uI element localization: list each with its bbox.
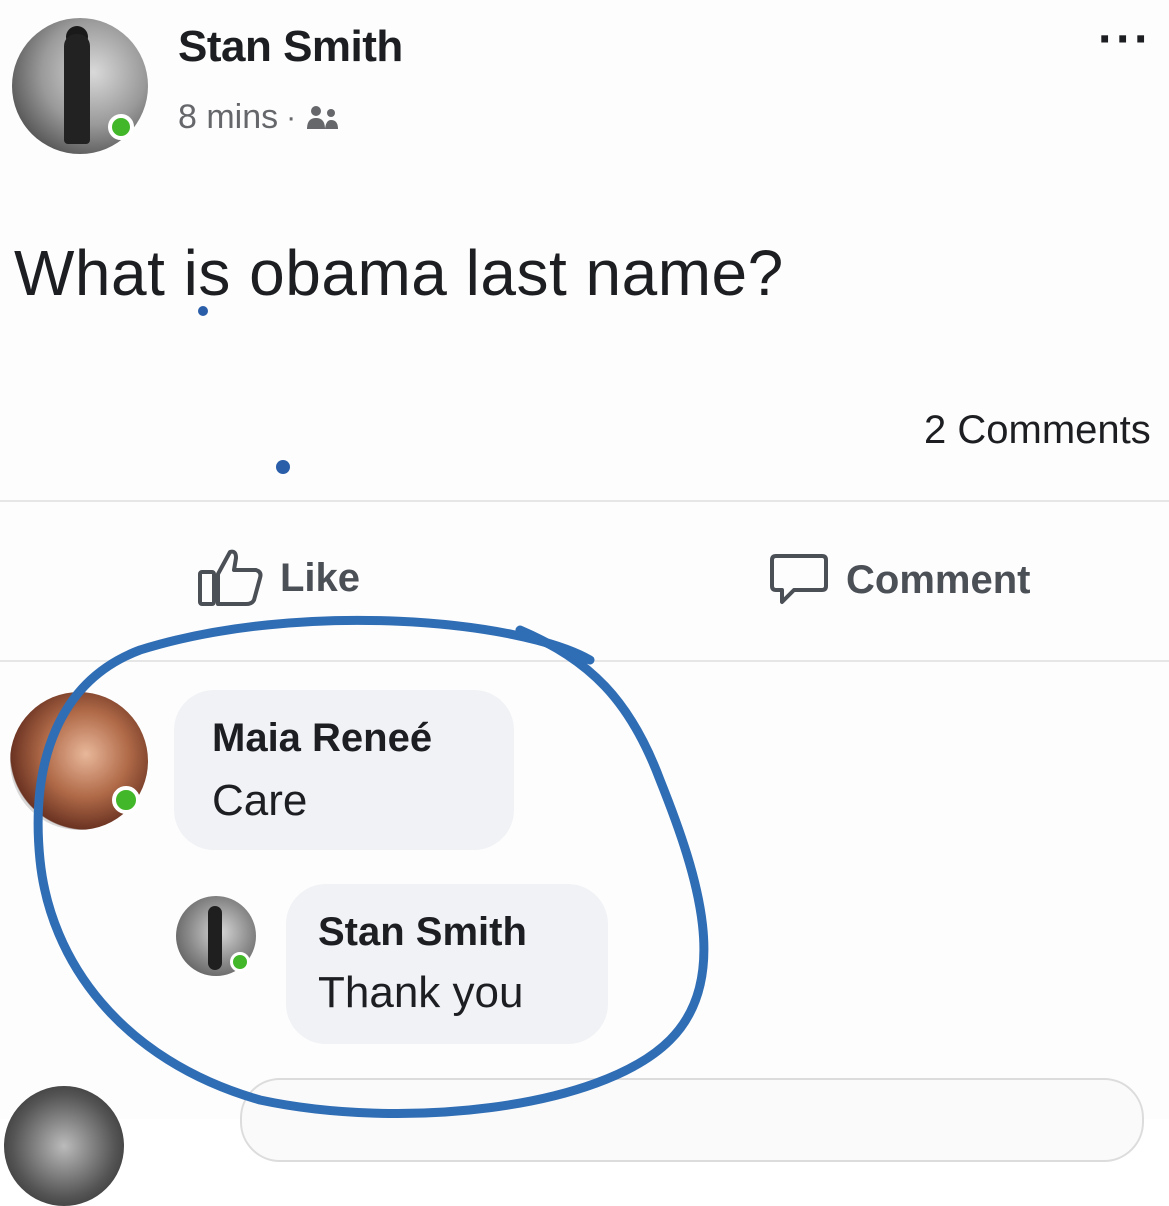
comment-count-link[interactable]: 2 Comments [924, 408, 1151, 453]
reply-bubble [286, 884, 608, 1044]
write-comment-input[interactable] [240, 1078, 1144, 1162]
comment-bubble [174, 690, 514, 850]
post-timestamp[interactable]: 8 mins [178, 98, 278, 137]
post-author-name[interactable]: Stan Smith [178, 22, 403, 72]
divider [0, 500, 1169, 502]
comment-bubble-icon [770, 554, 828, 604]
reply-text: Thank you [318, 968, 524, 1017]
divider [0, 660, 1169, 662]
like-button[interactable]: Like [196, 546, 360, 610]
online-status-indicator [112, 786, 140, 814]
pen-mark [198, 306, 208, 316]
post-card: Stan Smith 8 mins · ··· What is obama la… [0, 0, 1169, 1206]
meta-separator: · [286, 100, 297, 134]
online-status-indicator [108, 114, 134, 140]
comment-author-name[interactable]: Maia Reneé [212, 716, 432, 761]
online-status-indicator [230, 952, 250, 972]
comment-button[interactable]: Comment [766, 552, 1030, 608]
current-user-avatar [4, 1086, 124, 1206]
pen-mark [276, 460, 290, 474]
like-label: Like [280, 555, 361, 600]
friends-icon [307, 105, 339, 129]
comment-text: Care [212, 776, 308, 825]
reply-author-name[interactable]: Stan Smith [318, 910, 527, 955]
post-text: What is obama last name? [14, 237, 784, 309]
post-meta: 8 mins · [178, 98, 344, 137]
thumbs-up-icon [198, 549, 263, 606]
more-options-button[interactable]: ··· [1098, 16, 1152, 64]
comment-label: Comment [846, 557, 1031, 602]
